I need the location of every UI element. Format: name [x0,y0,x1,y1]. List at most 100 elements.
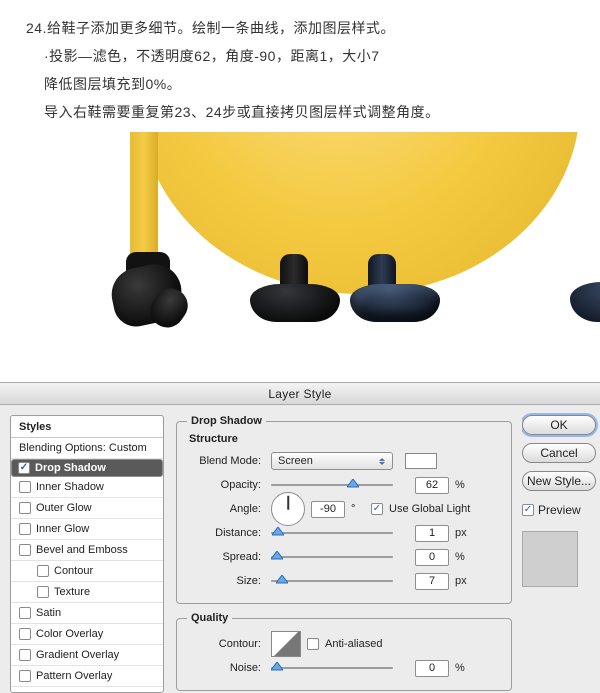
unit-percent: % [455,479,469,491]
unit-percent: % [455,551,469,563]
shadow-color-swatch[interactable] [405,453,437,469]
new-style-button[interactable]: New Style... [522,471,596,491]
style-item-label: Color Overlay [36,628,103,640]
style-item-inner-shadow[interactable]: Inner Shadow [11,477,163,498]
blending-options-row[interactable]: Blending Options: Custom [11,438,163,459]
angle-input[interactable]: -90 [311,501,345,518]
size-input[interactable]: 7 [415,573,449,590]
label-angle: Angle: [187,503,265,515]
unit-px: px [455,575,469,587]
style-checkbox[interactable] [37,565,49,577]
step-note-2: 导入右鞋需要重复第23、24步或直接拷贝图层样式调整角度。 [26,98,580,126]
opacity-input[interactable]: 62 [415,477,449,494]
group-legend-structure: Drop Shadow [187,415,266,427]
cancel-button[interactable]: Cancel [522,443,596,463]
style-item-label: Inner Shadow [36,481,104,493]
link-icon [399,551,409,563]
style-item-bevel-and-emboss[interactable]: Bevel and Emboss [11,540,163,561]
noise-slider[interactable] [271,660,393,676]
link-icon [399,662,409,674]
size-slider[interactable] [271,573,393,589]
unit-percent: % [455,662,469,674]
style-item-label: Bevel and Emboss [36,544,128,556]
shoe-left [250,284,340,322]
style-item-drop-shadow[interactable]: Drop Shadow [11,459,163,477]
buttons-column: OK Cancel New Style... Preview [522,405,600,693]
opacity-slider[interactable] [271,477,393,493]
label-noise: Noise: [187,662,265,674]
styles-listbox: Styles Blending Options: Custom Drop Sha… [10,415,164,693]
blend-mode-value: Screen [278,455,313,467]
step-bullet: ·投影—滤色，不透明度62，角度-90，距离1，大小7 [26,42,580,70]
label-size: Size: [187,575,265,587]
style-checkbox[interactable] [19,628,31,640]
unit-px: px [455,527,469,539]
chevrons-icon [375,454,389,468]
style-checkbox[interactable] [19,649,31,661]
style-item-label: Satin [36,607,61,619]
global-light-checkbox[interactable] [371,503,383,515]
options-column: Drop Shadow Structure Blend Mode: Screen… [170,405,522,693]
styles-header[interactable]: Styles [11,416,163,438]
dialog-titlebar[interactable]: Layer Style [0,383,600,405]
step-title: 24.给鞋子添加更多细节。绘制一条曲线，添加图层样式。 [26,14,580,42]
step-note-1: 降低图层填充到0%。 [26,70,580,98]
style-item-label: Gradient Overlay [36,649,119,661]
style-checkbox[interactable] [19,481,31,493]
style-checkbox[interactable] [18,462,30,474]
angle-dial[interactable] [271,492,305,526]
group-legend-quality: Quality [187,612,232,624]
shoe-far-right [570,282,600,322]
ok-button[interactable]: OK [522,415,596,435]
distance-slider[interactable] [271,525,393,541]
styles-column: Styles Blending Options: Custom Drop Sha… [0,405,170,693]
style-checkbox[interactable] [37,586,49,598]
style-checkbox[interactable] [19,607,31,619]
instruction-block: 24.给鞋子添加更多细节。绘制一条曲线，添加图层样式。 ·投影—滤色，不透明度6… [0,0,600,126]
style-checkbox[interactable] [19,670,31,682]
style-item-label: Contour [54,565,93,577]
link-icon [399,527,409,539]
style-item-label: Outer Glow [36,502,92,514]
anti-aliased-checkbox[interactable] [307,638,319,650]
character-glove [108,252,193,332]
style-item-texture[interactable]: Texture [11,582,163,603]
anti-aliased-label: Anti-aliased [325,638,382,650]
style-item-satin[interactable]: Satin [11,603,163,624]
blend-mode-select[interactable]: Screen [271,452,393,470]
noise-input[interactable]: 0 [415,660,449,677]
character-arm [130,132,158,272]
label-spread: Spread: [187,551,265,563]
style-item-label: Inner Glow [36,523,89,535]
distance-input[interactable]: 1 [415,525,449,542]
style-item-label: Texture [54,586,90,598]
spread-slider[interactable] [271,549,393,565]
structure-group: Drop Shadow Structure Blend Mode: Screen… [176,415,512,604]
style-checkbox[interactable] [19,502,31,514]
style-item-contour[interactable]: Contour [11,561,163,582]
style-item-pattern-overlay[interactable]: Pattern Overlay [11,666,163,687]
spread-input[interactable]: 0 [415,549,449,566]
style-item-outer-glow[interactable]: Outer Glow [11,498,163,519]
preview-checkbox[interactable] [522,504,534,516]
character-body [140,132,580,294]
link-icon [399,575,409,587]
blending-options-label: Blending Options: Custom [19,442,147,454]
structure-sublabel: Structure [189,433,501,445]
style-item-inner-glow[interactable]: Inner Glow [11,519,163,540]
style-item-color-overlay[interactable]: Color Overlay [11,624,163,645]
label-blend-mode: Blend Mode: [187,455,265,467]
label-contour: Contour: [187,638,265,650]
style-checkbox[interactable] [19,523,31,535]
preview-label: Preview [538,503,581,517]
layer-style-dialog: Layer Style Styles Blending Options: Cus… [0,382,600,693]
contour-picker[interactable] [271,631,301,657]
label-opacity: Opacity: [187,479,265,491]
style-item-label: Drop Shadow [35,462,106,474]
label-distance: Distance: [187,527,265,539]
style-checkbox[interactable] [19,544,31,556]
unit-deg: ° [351,503,365,515]
link-icon [399,479,409,491]
style-item-gradient-overlay[interactable]: Gradient Overlay [11,645,163,666]
style-item-label: Pattern Overlay [36,670,112,682]
